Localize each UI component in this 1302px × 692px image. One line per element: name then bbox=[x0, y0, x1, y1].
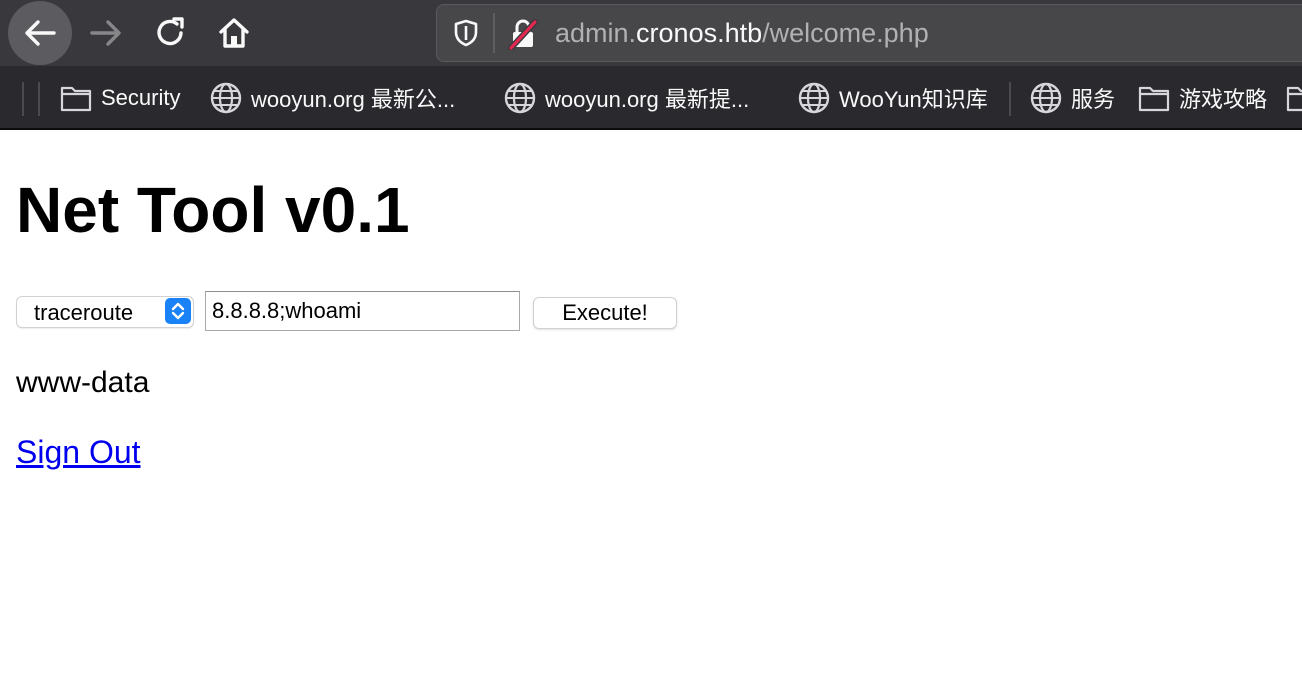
address-bar[interactable]: admin.cronos.htb/welcome.php bbox=[436, 4, 1302, 62]
url-path: /welcome.php bbox=[762, 18, 929, 48]
folder-icon bbox=[1286, 82, 1302, 114]
bookmarks-separator bbox=[1009, 82, 1011, 116]
bookmarks-separator bbox=[22, 82, 24, 116]
globe-icon bbox=[210, 82, 242, 114]
bookmarks-separator bbox=[38, 82, 40, 116]
address-bar-divider bbox=[493, 13, 495, 53]
url-text[interactable]: admin.cronos.htb/welcome.php bbox=[555, 18, 929, 48]
reload-button[interactable] bbox=[139, 1, 203, 65]
tracking-shield-icon[interactable] bbox=[451, 18, 481, 48]
page-title: Net Tool v0.1 bbox=[16, 174, 410, 246]
globe-icon bbox=[504, 82, 536, 114]
bookmark-label: 服务 bbox=[1071, 87, 1116, 112]
bookmark-wooyun-public[interactable]: wooyun.org 最新公... bbox=[210, 78, 455, 118]
host-input[interactable] bbox=[205, 291, 520, 331]
command-output: www-data bbox=[16, 366, 150, 399]
globe-icon bbox=[798, 82, 830, 114]
command-select[interactable]: traceroute bbox=[16, 296, 194, 328]
bookmark-label: WooYun知识库 bbox=[839, 87, 988, 112]
forward-button[interactable] bbox=[74, 1, 138, 65]
globe-icon bbox=[1030, 82, 1062, 114]
bookmark-overflow-folder[interactable] bbox=[1286, 78, 1302, 118]
url-host: cronos.htb bbox=[636, 18, 763, 48]
bookmark-security-folder[interactable]: Security bbox=[60, 78, 180, 118]
insecure-lock-icon[interactable] bbox=[507, 18, 539, 50]
arrow-left-icon bbox=[25, 20, 56, 46]
bookmark-label: 游戏攻略 bbox=[1179, 87, 1268, 112]
bookmark-label: Security bbox=[101, 85, 181, 110]
bookmark-wooyun-submit[interactable]: wooyun.org 最新提... bbox=[504, 78, 749, 118]
bookmark-label: wooyun.org 最新提... bbox=[545, 87, 750, 112]
select-arrows-icon bbox=[165, 298, 191, 324]
bookmark-wooyun-knowledge[interactable]: WooYun知识库 bbox=[798, 78, 988, 118]
execute-button[interactable]: Execute! bbox=[533, 297, 677, 329]
page-content: Net Tool v0.1 traceroute Execute! www-da… bbox=[0, 130, 1302, 692]
sign-out-link[interactable]: Sign Out bbox=[16, 434, 141, 470]
browser-toolbar: admin.cronos.htb/welcome.php bbox=[0, 0, 1302, 66]
bookmark-label: wooyun.org 最新公... bbox=[251, 87, 456, 112]
arrow-right-icon bbox=[90, 20, 121, 46]
bookmark-game-guides-folder[interactable]: 游戏攻略 bbox=[1138, 78, 1267, 118]
url-subdomain: admin. bbox=[555, 18, 637, 48]
folder-icon bbox=[1138, 82, 1170, 114]
bookmark-services[interactable]: 服务 bbox=[1030, 78, 1115, 118]
home-button[interactable] bbox=[202, 1, 266, 65]
home-icon bbox=[219, 18, 249, 48]
back-button[interactable] bbox=[8, 1, 72, 65]
command-select-value: traceroute bbox=[34, 300, 134, 325]
folder-icon bbox=[60, 82, 92, 114]
bookmarks-toolbar: Security wooyun.org 最新公... wooyun.org 最新… bbox=[0, 66, 1302, 130]
reload-icon bbox=[157, 17, 184, 46]
